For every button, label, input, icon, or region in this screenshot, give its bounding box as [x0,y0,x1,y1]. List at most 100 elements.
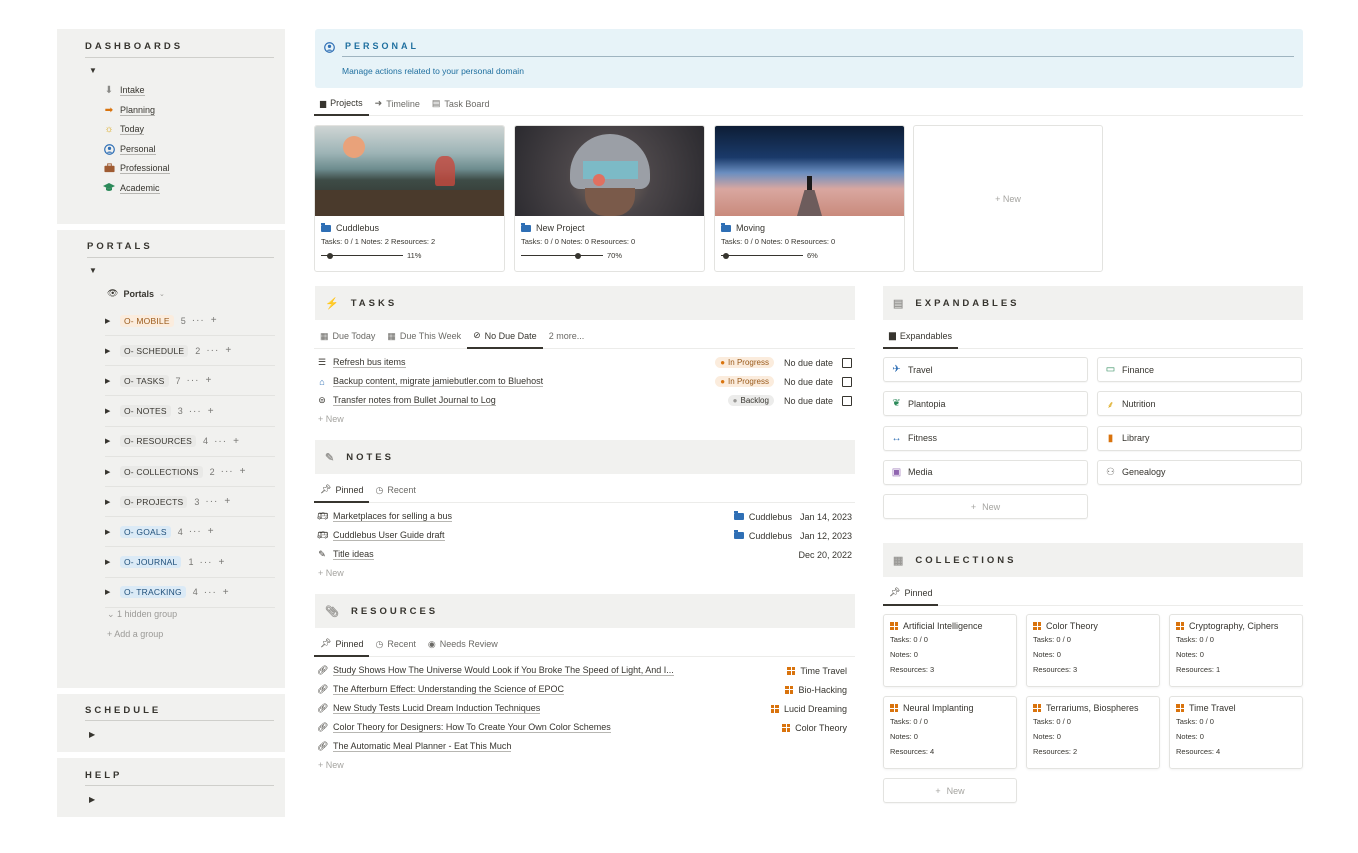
collection-card[interactable]: Color Theory Tasks: 0 / 0 Notes: 0 Resource… [1026,614,1160,687]
expand-caret-icon[interactable]: ▶ [105,558,111,566]
tab-pinned[interactable]: 📌︎ Pinned [314,638,370,657]
new-task-button[interactable]: + New [318,414,344,424]
dashboard-item-intake[interactable]: ⬇ Intake [103,84,145,96]
expandable-media[interactable]: ▣ Media [883,459,1088,485]
tab-timeline[interactable]: ➜ Timeline [369,98,426,115]
plus-icon[interactable]: + [225,345,232,356]
expand-caret-icon[interactable]: ▶ [105,468,111,476]
tab-pinned[interactable]: 📌︎ Pinned [883,587,939,606]
plus-icon[interactable]: + [211,315,218,326]
expand-caret-icon[interactable]: ▶ [105,347,111,355]
tab-recent[interactable]: ◷ Recent [369,638,421,656]
task-row[interactable]: ⊜ Transfer notes from Bullet Journal to L… [317,391,852,410]
dashboard-item-planning[interactable]: ➡ Planning [103,104,156,116]
expand-caret-icon[interactable]: ▶ [105,528,111,536]
project-card[interactable]: Cuddlebus Tasks: 0 / 1 Notes: 2 Resource… [314,125,505,272]
resource-row[interactable]: 🔗︎ New Study Tests Lucid Dream Induction … [317,699,847,718]
task-row[interactable]: ⌂ Backup content, migrate jamiebutler.com… [317,372,852,391]
portal-row[interactable]: ▶ O- TRACKING 4 ··· + [105,578,275,608]
expand-toggle[interactable]: ▶ [89,730,95,739]
expand-caret-icon[interactable]: ▶ [105,437,111,445]
expandable-fitness[interactable]: ↔ Fitness [883,425,1088,451]
expandable-plantopia[interactable]: ❦ Plantopia [883,391,1088,417]
tab-projects[interactable]: ▆ Projects [314,98,369,116]
resource-row[interactable]: 🔗︎ The Afterburn Effect: Understanding th… [317,680,847,699]
portal-row[interactable]: ▶ O- GOALS 4 ··· + [105,517,275,548]
task-row[interactable]: ☰ Refresh bus items ● In Progress No due d… [317,353,852,372]
portal-row[interactable]: ▶ O- SCHEDULE 2 ··· + [105,336,275,367]
resource-row[interactable]: 🔗︎ The Automatic Meal Planner - Eat This … [317,737,847,756]
more-options-icon[interactable]: ··· [205,496,218,507]
dashboard-item-professional[interactable]: Professional [103,162,170,174]
plus-icon[interactable]: + [219,557,226,568]
note-row[interactable]: 🚌︎ Marketplaces for selling a bus Cuddleb… [317,507,852,526]
more-options-icon[interactable]: ··· [189,526,202,537]
task-checkbox[interactable] [842,395,852,406]
collection-card[interactable]: Time Travel Tasks: 0 / 0 Notes: 0 Resources… [1169,696,1303,769]
more-options-icon[interactable]: ··· [204,587,217,598]
portal-row[interactable]: ▶ O- NOTES 3 ··· + [105,397,275,427]
dashboard-item-today[interactable]: ☼ Today [103,123,145,135]
tab-needs-review[interactable]: ◉ Needs Review [422,638,504,656]
tab-pinned[interactable]: 📌︎ Pinned [314,484,370,503]
tab-due-this-week[interactable]: ▦ Due This Week [381,330,467,348]
collection-card[interactable]: Cryptography, Ciphers Tasks: 0 / 0 Notes: … [1169,614,1303,687]
dashboard-item-academic[interactable]: Academic [103,182,160,194]
plus-icon[interactable]: + [223,587,230,598]
tab-task-board[interactable]: ▤ Task Board [426,98,496,115]
more-options-icon[interactable]: ··· [192,315,205,326]
project-card[interactable]: Moving Tasks: 0 / 0 Notes: 0 Resources: … [714,125,905,272]
collapse-toggle[interactable]: ▼ [89,66,97,75]
expand-caret-icon[interactable]: ▶ [105,588,111,596]
dashboard-item-personal[interactable]: Personal [103,143,156,155]
portal-row[interactable]: ▶ O- JOURNAL 1 ··· + [105,548,275,578]
more-options-icon[interactable]: ··· [214,436,227,447]
plus-icon[interactable]: + [206,375,213,386]
new-collection-button[interactable]: + New [883,778,1017,803]
more-options-icon[interactable]: ··· [189,406,202,417]
new-note-button[interactable]: + New [318,568,344,578]
more-options-icon[interactable]: ··· [206,345,219,356]
expand-caret-icon[interactable]: ▶ [105,407,111,415]
expand-caret-icon[interactable]: ▶ [105,317,111,325]
plus-icon[interactable]: + [240,466,247,477]
tab-due-today[interactable]: ▦ Due Today [314,330,381,348]
new-expandable-button[interactable]: + New [883,494,1088,519]
expandable-travel[interactable]: ✈ Travel [883,357,1088,382]
tab-more[interactable]: 2 more... [543,330,591,348]
expandable-library[interactable]: ▮ Library [1097,425,1302,451]
expand-caret-icon[interactable]: ▶ [105,377,111,385]
resource-row[interactable]: 🔗︎ Color Theory for Designers: How To Cre… [317,718,847,737]
expandable-finance[interactable]: ▭ Finance [1097,357,1302,382]
portal-row[interactable]: ▶ O- PROJECTS 3 ··· + [105,487,275,518]
portal-row[interactable]: ▶ O- COLLECTIONS 2 ··· + [105,457,275,487]
plus-icon[interactable]: + [224,496,231,507]
task-checkbox[interactable] [842,376,852,387]
more-options-icon[interactable]: ··· [187,375,200,386]
more-options-icon[interactable]: ··· [221,466,234,477]
collection-card[interactable]: Neural Implanting Tasks: 0 / 0 Notes: 0 Res… [883,696,1017,769]
plus-icon[interactable]: + [208,406,215,417]
resource-row[interactable]: 🔗︎ Study Shows How The Universe Would Loo… [317,661,847,680]
expandable-nutrition[interactable]: ⸙ Nutrition [1097,391,1302,417]
more-options-icon[interactable]: ··· [200,557,213,568]
hidden-group-toggle[interactable]: ⌄ 1 hidden group [107,609,177,620]
task-checkbox[interactable] [842,357,852,368]
portal-row[interactable]: ▶ O- MOBILE 5 ··· + [105,306,275,336]
portal-row[interactable]: ▶ O- RESOURCES 4 ··· + [105,427,275,457]
new-project-card[interactable]: + New [913,125,1103,272]
expand-caret-icon[interactable]: ▶ [105,498,111,506]
expandable-genealogy[interactable]: ⚇ Genealogy [1097,459,1302,485]
collapse-toggle[interactable]: ▼ [89,266,97,275]
collection-card[interactable]: Terrariums, Biospheres Tasks: 0 / 0 Notes:… [1026,696,1160,769]
note-row[interactable]: ✎ Title ideas Dec 20, 2022 [317,545,852,564]
add-group-button[interactable]: + Add a group [107,629,163,639]
project-card[interactable]: New Project Tasks: 0 / 0 Notes: 0 Resour… [514,125,705,272]
portal-row[interactable]: ▶ O- TASKS 7 ··· + [105,366,275,397]
tab-no-due-date[interactable]: ⊘ No Due Date [467,330,543,349]
tab-expandables[interactable]: ▆ Expandables [883,330,958,349]
portals-view-selector[interactable]: 👁 Portals ⌄ [107,288,165,299]
expand-toggle[interactable]: ▶ [89,795,95,804]
new-resource-button[interactable]: + New [318,760,344,770]
note-row[interactable]: 🚌︎ Cuddlebus User Guide draft Cuddlebus J… [317,526,852,545]
